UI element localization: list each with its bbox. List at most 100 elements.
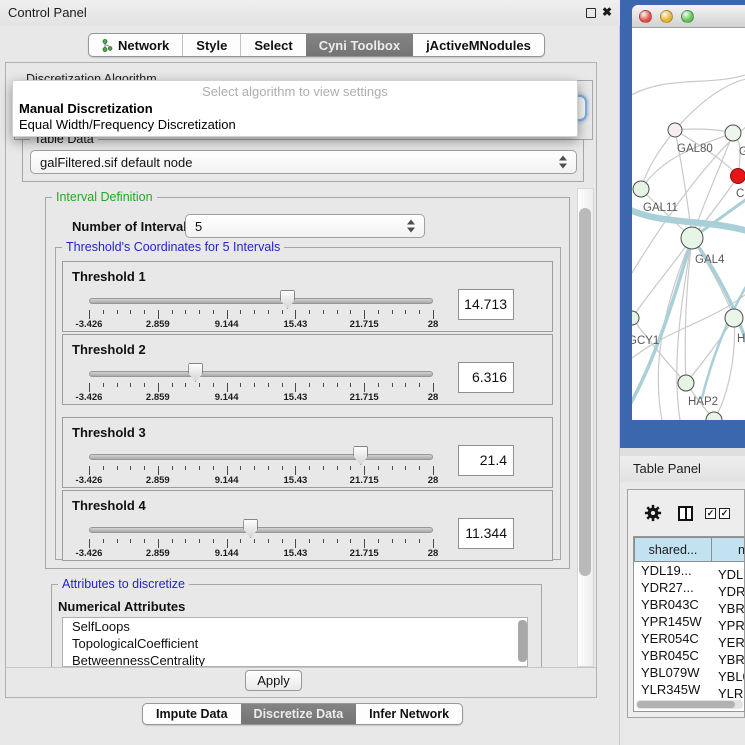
threshold-value-field[interactable]: 21.4 (458, 445, 514, 476)
tab-impute-data[interactable]: Impute Data (143, 704, 241, 724)
table-row[interactable]: YBR043CYBR0 (634, 596, 745, 613)
apply-button[interactable]: Apply (245, 670, 302, 691)
threshold-slider-track[interactable] (89, 527, 433, 533)
threshold-slider-thumb[interactable] (280, 290, 295, 309)
column-header-name[interactable]: n (712, 537, 745, 562)
threshold-slider-thumb[interactable] (353, 446, 368, 465)
control-panel-window: Control Panel ✖ Network Style Select Cyni T… (0, 0, 620, 745)
threshold-slider-track[interactable] (89, 454, 433, 460)
threshold-slider-thumb[interactable] (243, 519, 258, 538)
network-graph-icon (102, 38, 113, 53)
tab-label: Network (118, 38, 169, 53)
network-node-label: GCY1 (632, 335, 659, 347)
table-row[interactable]: YDR27...YDR2 (634, 579, 745, 596)
divider (620, 448, 745, 456)
table-hscrollbar-thumb[interactable] (637, 701, 735, 708)
tab-label: Cyni Toolbox (319, 38, 400, 53)
network-node-label: H (737, 333, 745, 345)
network-node-gal11[interactable] (633, 181, 649, 197)
table-panel-titlebar: Table Panel (620, 456, 745, 482)
number-of-intervals-combobox[interactable]: 5 (185, 214, 425, 238)
tab-infer-network[interactable]: Infer Network (356, 704, 462, 724)
dropdown-option-equal-width-frequency[interactable]: Equal Width/Frequency Discretization (19, 117, 236, 132)
top-tab-bar: Network Style Select Cyni Toolbox jActiveMNo… (88, 33, 545, 57)
threshold-value-field[interactable]: 6.316 (458, 362, 514, 393)
threshold-panel-3: Threshold 3-3.4262.8599.14415.4321.71528… (62, 417, 553, 488)
bottom-tab-bar: Impute DataDiscretize Data Infer Network (142, 703, 463, 725)
tab-label: Select (254, 38, 292, 53)
attribute-item-topologicalcoefficient[interactable]: TopologicalCoefficient (63, 635, 527, 652)
algorithm-dropdown-popup: Select algorithm to view settings Manual… (12, 80, 578, 137)
attributes-list-scrollbar[interactable] (518, 620, 527, 662)
network-node-hap2[interactable] (678, 375, 694, 391)
window-title: Control Panel (8, 5, 87, 20)
tab-jactivemnodules[interactable]: jActiveMNodules (413, 34, 544, 56)
panel-scrollbar-thumb[interactable] (579, 208, 591, 576)
divider (6, 667, 596, 668)
checkbox-checked-icon[interactable]: ✓ (705, 508, 716, 519)
numerical-attributes-list[interactable]: SelfLoopsTopologicalCoefficientBetweenne… (62, 617, 528, 667)
network-canvas[interactable]: GAL80GACGAL11GAL4GCY1HHAP2 (632, 28, 745, 420)
attribute-item-betweennesscentrality[interactable]: BetweennessCentrality (63, 652, 527, 667)
cell-shared-name: YPR145W (634, 613, 711, 630)
network-node-ga[interactable] (725, 125, 741, 141)
split-columns-icon[interactable] (678, 506, 693, 521)
cell-shared-name: YER054C (634, 630, 711, 647)
network-edge (641, 133, 733, 189)
network-node-gal4[interactable] (681, 227, 703, 249)
network-node-h[interactable] (725, 309, 743, 327)
tab-network[interactable]: Network (89, 34, 182, 56)
float-window-icon[interactable] (586, 8, 596, 18)
close-icon[interactable]: ✖ (602, 5, 612, 19)
threshold-panel-2: Threshold 2-3.4262.8599.14415.4321.71528… (62, 334, 553, 405)
threshold-panel-4: Threshold 4-3.4262.8599.14415.4321.71528… (62, 490, 553, 561)
table-row[interactable]: YIL052CYIL0 (634, 698, 745, 699)
slider-tick-labels: -3.4262.8599.14415.4321.71528 (89, 319, 433, 330)
minimize-traffic-light[interactable] (660, 10, 673, 23)
network-node-label: C (736, 188, 744, 200)
gear-icon[interactable] (644, 504, 662, 522)
network-node-gal80[interactable] (668, 123, 682, 137)
table-row[interactable]: YBL079WYBL0 (634, 664, 745, 681)
threshold-slider-track[interactable] (89, 298, 433, 304)
combo-arrows-icon (559, 156, 567, 169)
number-of-intervals-value: 5 (195, 215, 202, 239)
network-edge (675, 78, 745, 130)
zoom-traffic-light[interactable] (681, 10, 694, 23)
numerical-attributes-label: Numerical Attributes (58, 599, 185, 614)
node-table-header: shared... n (634, 537, 745, 562)
close-traffic-light[interactable] (639, 10, 652, 23)
tab-label: Infer Network (369, 707, 449, 721)
node-table: shared... n YDL19...YDL1YDR27...YDR2YBR0… (633, 536, 745, 712)
table-row[interactable]: YER054CYER0 (634, 630, 745, 647)
table-data-combobox[interactable]: galFiltered.sif default node (30, 150, 577, 174)
node-table-rows: YDL19...YDL1YDR27...YDR2YBR043CYBR0YPR14… (634, 562, 745, 699)
network-edge (641, 130, 675, 189)
attribute-item-selfloops[interactable]: SelfLoops (63, 618, 527, 635)
network-node-c[interactable] (731, 169, 745, 184)
cell-shared-name: YDL19... (634, 562, 711, 579)
network-node-gcy1[interactable] (632, 311, 639, 325)
column-header-shared-name[interactable]: shared... (634, 537, 712, 562)
tab-discretize-data[interactable]: Discretize Data (241, 704, 357, 724)
cell-shared-name: YIL052C (634, 698, 711, 699)
table-row[interactable]: YBR045CYBR0 (634, 647, 745, 664)
cell-shared-name: YBR045C (634, 647, 711, 664)
checkbox-checked-icon[interactable]: ✓ (719, 508, 730, 519)
network-node-label: GAL4 (695, 254, 725, 266)
table-row[interactable]: YDL19...YDL1 (634, 562, 745, 579)
threshold-slider-thumb[interactable] (188, 363, 203, 382)
tab-style[interactable]: Style (182, 34, 240, 56)
tab-cyni-toolbox[interactable]: Cyni Toolbox (306, 34, 413, 56)
threshold-value-field[interactable]: 14.713 (458, 289, 514, 320)
tab-select[interactable]: Select (240, 34, 305, 56)
dropdown-option-manual-discretization[interactable]: Manual Discretization (19, 101, 153, 116)
cell-shared-name: YBR043C (634, 596, 711, 613)
threshold-value-field[interactable]: 11.344 (458, 518, 514, 549)
dropdown-prompt-item[interactable]: Select algorithm to view settings (13, 84, 577, 99)
threshold-label: Threshold 1 (72, 269, 146, 284)
table-hscrollbar[interactable] (636, 700, 743, 709)
table-row[interactable]: YLR345WYLR3 (634, 681, 745, 698)
threshold-slider-track[interactable] (89, 371, 433, 377)
table-row[interactable]: YPR145WYPR1 (634, 613, 745, 630)
